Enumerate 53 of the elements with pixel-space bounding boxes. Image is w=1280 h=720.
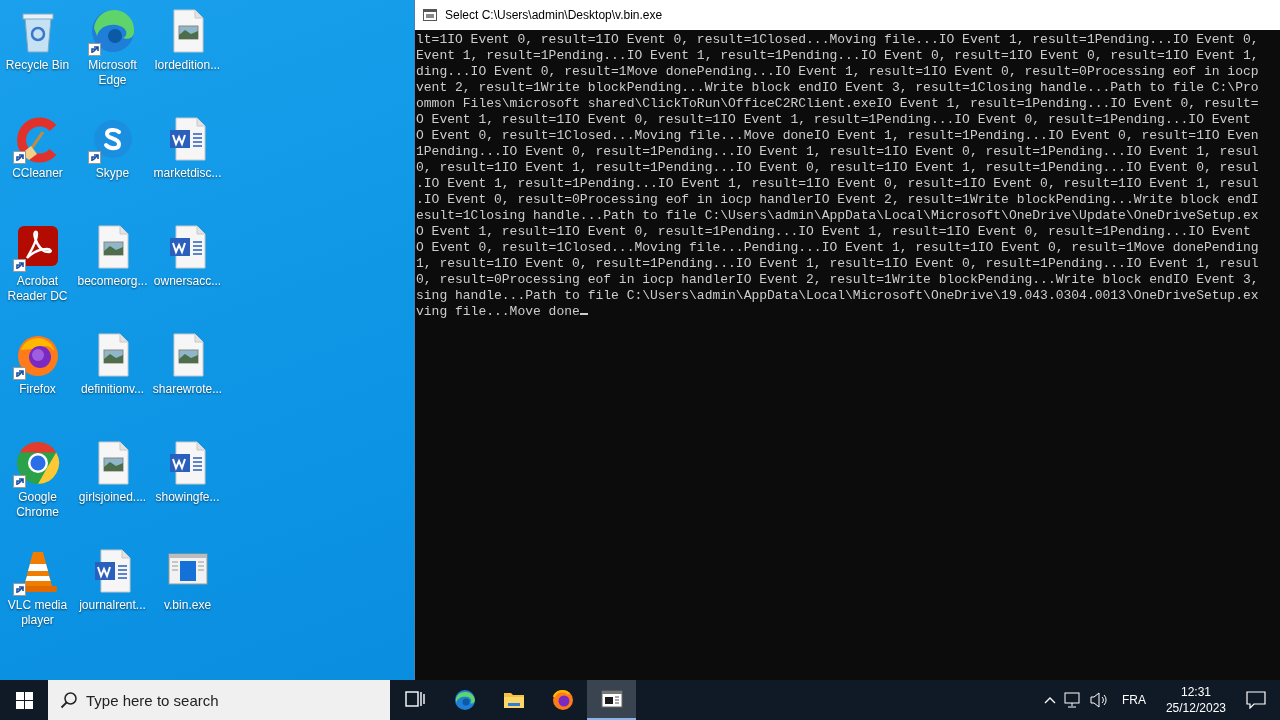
icon-label[interactable]: girlsjoined.... xyxy=(75,490,150,505)
console-icon xyxy=(423,9,437,21)
console-line: .IO Event 0, result=0Processing eof in iocp handlerIO Event 2, result=1Write blockPending...Write block endI xyxy=(416,192,1259,208)
icon-label[interactable]: Microsoft Edge xyxy=(75,58,150,88)
taskbar-app[interactable] xyxy=(587,680,636,720)
search-field[interactable]: Type here to search xyxy=(48,680,390,720)
console-line: O Event 1, result=1IO Event 0, result=1Pending...IO Event 1, result=1IO Event 0, result=1Pending...IO Event xyxy=(416,224,1251,240)
console-line: 0, result=1IO Event 1, result=1Pending...IO Event 0, result=1IO Event 1, result=1Pending...IO Event 0, resul xyxy=(416,160,1259,176)
icon-label[interactable]: sharewrote... xyxy=(150,382,225,397)
icon-label[interactable]: journalrent... xyxy=(75,598,150,613)
console-line: ving file...Move done xyxy=(416,304,580,320)
firefox-icon xyxy=(550,688,575,712)
icon-label[interactable]: Google Chrome xyxy=(0,490,75,520)
icon-label[interactable]: v.bin.exe xyxy=(150,598,225,613)
clock-time[interactable]: 12:31 xyxy=(1165,684,1226,700)
notification-icon[interactable] xyxy=(1246,691,1266,709)
chevron-up-icon[interactable] xyxy=(1043,696,1056,704)
icon-label[interactable]: CCleaner xyxy=(0,166,75,181)
console-line: ding...IO Event 0, result=1Move donePending...IO Event 1, result=1IO Event 0, result=0Processing eof in iocp xyxy=(416,64,1259,80)
console-line: 1Pending...IO Event 0, result=1Pending...IO Event 1, result=1IO Event 0, result=1Pending...IO Event 1, resul xyxy=(416,144,1259,160)
console-line: vent 2, result=1Write blockPending...Write block endIO Event 3, result=1Closing handle...Path to file C:\Pro xyxy=(416,80,1259,96)
clock-date[interactable]: 25/12/2023 xyxy=(1165,700,1226,716)
text-cursor xyxy=(579,313,588,315)
console-line: sing handle...Path to file C:\Users\admin\AppData\Local\Microsoft\OneDrive\19.043.0304.0013\OneDriveSetup.ex xyxy=(416,288,1259,304)
icon-label[interactable]: VLC media player xyxy=(0,598,75,628)
language-indicator[interactable]: FRA xyxy=(1115,691,1152,709)
console-line: O Event 0, result=1Closed...Moving file...Move doneIO Event 1, result=1Pending...IO Event 0, result=1IO Even xyxy=(416,128,1259,144)
window-title: Select C:\Users\admin\Desktop\v.bin.exe xyxy=(445,7,663,24)
console-line: esult=1Closing handle...Path to file C:\Users\admin\AppData\Local\Microsoft\OneDrive\Update\OneDriveSetup.ex xyxy=(416,208,1259,224)
search-icon xyxy=(60,691,78,709)
console-window-icon xyxy=(599,687,624,711)
icon-label[interactable]: lordedition... xyxy=(150,58,225,73)
volume-icon[interactable] xyxy=(1089,692,1108,708)
icon-label[interactable]: becomeorg... xyxy=(75,274,150,289)
console-line: Event 1, result=1Pending...IO Event 1, result=1Pending...IO Event 0, result=1IO Event 0, result=1IO Event 1, xyxy=(416,48,1259,64)
edge-icon xyxy=(452,688,477,712)
console-line: 1, result=1IO Event 0, result=1Pending...IO Event 1, result=1IO Event 0, result=1Pending...IO Event 1, resul xyxy=(416,256,1259,272)
console-line: 0, result=0Processing eof in iocp handlerIO Event 2, result=1Write blockPending...Write block endIO Event 3, xyxy=(416,272,1259,288)
console-line: lt=1IO Event 0, result=1IO Event 0, result=1Closed...Moving file...IO Event 1, result=1Pending...IO Event 0, xyxy=(416,32,1259,48)
icon-label[interactable]: Firefox xyxy=(0,382,75,397)
icon-label[interactable]: marketdisc... xyxy=(150,166,225,181)
icon-label[interactable]: showingfe... xyxy=(150,490,225,505)
icon-label[interactable]: Recycle Bin xyxy=(0,58,75,73)
console-line: O Event 1, result=1IO Event 0, result=1IO Event 1, result=1Pending...IO Event 0, result=1Pending...IO Event xyxy=(416,112,1251,128)
icon-label[interactable]: ownersacc... xyxy=(150,274,225,289)
network-icon[interactable] xyxy=(1063,692,1082,708)
windows-logo-icon xyxy=(15,691,33,709)
console-line: O Event 0, result=1Closed...Moving file...Pending...IO Event 1, result=1IO Event 0, result=1Move donePending xyxy=(416,240,1259,256)
console-line: ommon Files\microsoft shared\ClickToRun\OfficeC2RClient.exeIO Event 1, result=1Pending...IO Event 0, result= xyxy=(416,96,1259,112)
icon-label[interactable]: definitionv... xyxy=(75,382,150,397)
console-line: .IO Event 1, result=1Pending...IO Event 1, result=1IO Event 0, result=1IO Event 0, result=1IO Event 1, resul xyxy=(416,176,1259,192)
icon-label[interactable]: Acrobat Reader DC xyxy=(0,274,75,304)
icon-label[interactable]: Skype xyxy=(75,166,150,181)
